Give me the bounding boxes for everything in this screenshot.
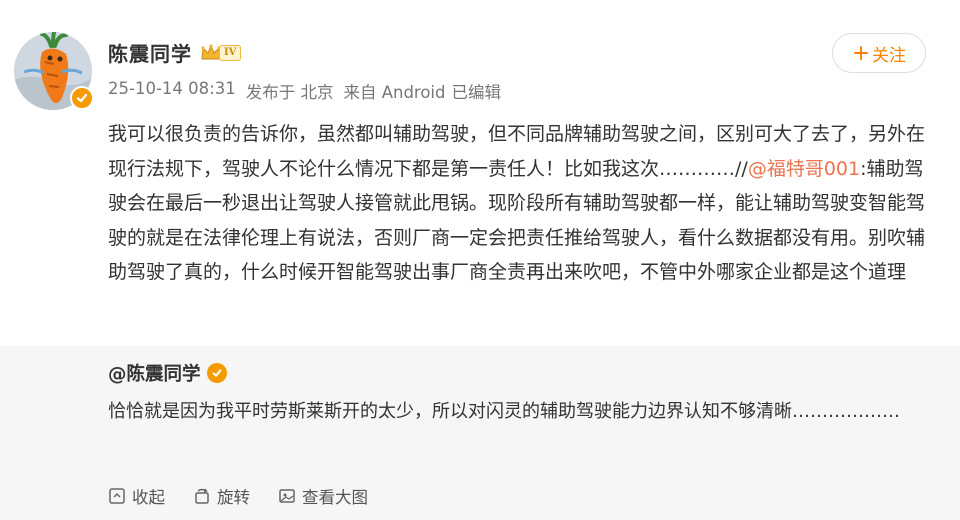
level-text: IV (219, 44, 242, 61)
view-large-image-button[interactable]: 查看大图 (278, 484, 368, 508)
view-large-image-label: 查看大图 (302, 488, 368, 507)
image-actions: 收起 旋转 查看大图 (108, 484, 368, 508)
repost-author-row: @陈震同学 (108, 360, 227, 386)
post-edited[interactable]: 已编辑 (452, 79, 502, 103)
repost-block: @陈震同学 恰恰就是因为我平时劳斯莱斯开的太少，所以对闪灵的辅助驾驶能力边界认知… (0, 346, 960, 520)
plus-icon (854, 46, 868, 60)
repost-author[interactable]: @陈震同学 (108, 360, 201, 386)
author-name[interactable]: 陈震同学 (108, 38, 192, 67)
repost-verified-badge-icon (206, 363, 227, 383)
post-source: 来自 Android (343, 83, 446, 102)
follow-button[interactable]: 关注 (832, 33, 926, 73)
post-timestamp[interactable]: 25-10-14 08:31 (108, 79, 236, 103)
rotate-icon (195, 488, 209, 504)
avatar-wrap[interactable] (14, 32, 94, 110)
level-badge[interactable]: IV (200, 42, 242, 64)
collapse-button[interactable]: 收起 (108, 484, 165, 508)
author-row: 陈震同学 IV (108, 38, 242, 67)
collapse-icon (109, 488, 125, 504)
follow-label: 关注 (872, 45, 906, 66)
post-meta: 25-10-14 08:31 发布于 北京 来自 Android 已编辑 (108, 79, 501, 103)
collapse-label: 收起 (132, 488, 165, 507)
weibo-post-card: 陈震同学 IV 25-10-14 08:31 发布于 北京 来自 Android… (0, 0, 960, 520)
mention-link[interactable]: @福特哥001 (748, 158, 860, 180)
verified-badge-icon (70, 86, 94, 110)
post-location: 发布于 北京 (245, 83, 334, 102)
post-text: 我可以很负责的告诉你，虽然都叫辅助驾驶，但不同品牌辅助驾驶之间，区别可大了去了，… (108, 117, 934, 290)
rotate-label: 旋转 (217, 488, 250, 507)
rotate-button[interactable]: 旋转 (193, 484, 250, 508)
repost-text: 恰恰就是因为我平时劳斯莱斯开的太少，所以对闪灵的辅助驾驶能力边界认知不够清晰……… (108, 401, 900, 422)
view-large-image-icon (279, 489, 295, 503)
